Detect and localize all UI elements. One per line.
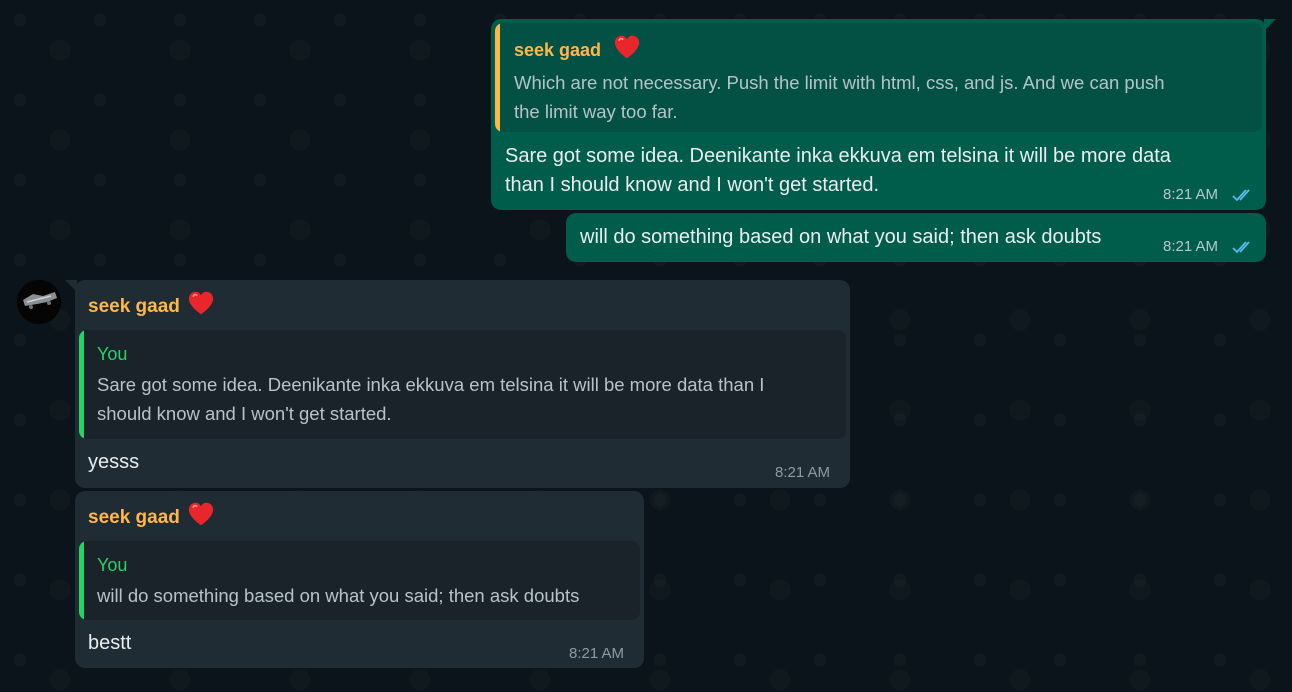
incoming-message-bubble[interactable]: seek gaad You Sare got some idea. Deenik… bbox=[65, 280, 850, 488]
message-time: 8:21 AM bbox=[775, 464, 831, 481]
message-text: bestt bbox=[88, 632, 132, 654]
heart-emoji-icon bbox=[188, 291, 214, 315]
heart-emoji-icon bbox=[614, 35, 640, 59]
incoming-message-bubble[interactable]: seek gaad You will do something based on… bbox=[75, 491, 644, 668]
sender-name: seek gaad bbox=[88, 296, 180, 317]
outgoing-message-bubble[interactable]: seek gaad Which are not necessary. Push … bbox=[491, 19, 1276, 210]
outgoing-message-bubble[interactable]: will do something based on what you said… bbox=[566, 213, 1266, 262]
quote-text-line-1: Which are not necessary. Push the limit … bbox=[514, 72, 1165, 93]
quote-author: You bbox=[97, 344, 128, 364]
double-check-read-icon bbox=[1232, 189, 1250, 202]
quote-author: seek gaad bbox=[514, 40, 602, 60]
message-text: will do something based on what you said… bbox=[580, 226, 1102, 248]
message-text-line-2: than I should know and I won't get start… bbox=[505, 174, 880, 196]
heart-emoji-icon bbox=[188, 502, 214, 526]
double-check-read-icon bbox=[1232, 241, 1250, 254]
quoted-message[interactable]: seek gaad Which are not necessary. Push … bbox=[495, 23, 1262, 132]
quoted-message[interactable]: You will do something based on what you … bbox=[79, 541, 640, 620]
sender-name: seek gaad bbox=[88, 507, 180, 528]
message-text-line-1: Sare got some idea. Deenikante inka ekku… bbox=[505, 145, 1171, 167]
quote-text-line-1: Sare got some idea. Deenikante inka ekku… bbox=[97, 374, 765, 395]
quote-text-line-1: will do something based on what you said… bbox=[97, 585, 580, 606]
quoted-message[interactable]: You Sare got some idea. Deenikante inka … bbox=[79, 330, 846, 439]
contact-avatar[interactable] bbox=[17, 280, 61, 324]
message-text: yesss bbox=[88, 451, 140, 473]
quote-text-line-2: should know and I won't get started. bbox=[97, 403, 392, 424]
avatar-image bbox=[17, 280, 61, 324]
quote-bar bbox=[79, 330, 84, 439]
message-time: 8:21 AM bbox=[1163, 238, 1219, 255]
message-time: 8:21 AM bbox=[1163, 186, 1219, 203]
quote-text-line-2: the limit way too far. bbox=[514, 101, 678, 122]
quote-bar bbox=[495, 23, 500, 132]
quote-author: You bbox=[97, 555, 128, 575]
message-time: 8:21 AM bbox=[569, 645, 625, 662]
quote-bar bbox=[79, 541, 84, 620]
